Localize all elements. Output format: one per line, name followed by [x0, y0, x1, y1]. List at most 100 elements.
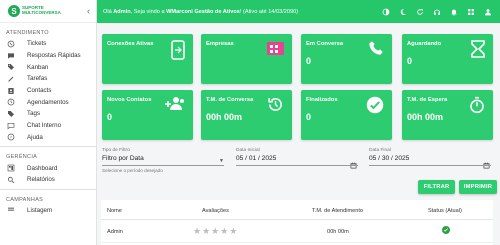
clock-history-icon [267, 96, 284, 118]
card-label: T.M. de Conversa [206, 97, 254, 103]
moon-icon[interactable] [399, 8, 407, 16]
card-label: Novos Contatos [107, 97, 152, 103]
sidebar-item-label: Agendamentos [27, 98, 69, 106]
end-date-label: Data Final [369, 148, 391, 153]
filter-type-value: Filtro por Data [102, 155, 144, 162]
logo-mark-icon: S [8, 5, 20, 17]
sidebar-item-ajuda[interactable]: ? Ajuda [0, 132, 96, 144]
phone-call-icon [368, 40, 384, 61]
search-icon [6, 175, 15, 184]
sidebar-item-label: Respostas Rápidas [27, 52, 81, 60]
th-status: Status (Atual) [428, 208, 462, 214]
sidebar-item-kanban[interactable]: Kanban [0, 61, 96, 73]
card-aguardando: Aguardando 0 [402, 34, 493, 84]
tag-icon [6, 109, 15, 118]
card-value: 0 [407, 56, 413, 66]
section-campanhas: CAMPANHAS [6, 196, 44, 203]
star-icon: ★ [220, 226, 229, 236]
card-label: Em Conversa [306, 41, 344, 47]
welcome-mid: , Seja vindo a [130, 8, 167, 15]
table-header: Nome Avaliações T.M. de Atendimento Stat… [101, 200, 493, 220]
sidebar-item-label: Ajuda [27, 133, 43, 141]
field-underline [236, 165, 358, 166]
sidebar-item-tags[interactable]: Tags [0, 108, 96, 120]
section-gerencia: GERÊNCIA [6, 154, 38, 161]
sidebar-item-tarefas[interactable]: Tarefas [0, 73, 96, 85]
refresh-icon[interactable] [416, 8, 424, 16]
welcome-company: WMarconi Gestão de Ativos [166, 8, 240, 15]
sidebar-item-contacts[interactable]: Contacts [0, 85, 96, 97]
welcome-suffix: ! (Ativo até 14/03/2090) [239, 8, 299, 15]
end-date-value: 05 / 30 / 2025 [369, 155, 410, 162]
topbar: Olá Admin, Seja vindo a WMarconi Gestão … [97, 0, 500, 23]
card-label: Aguardando [407, 41, 442, 47]
topbar-actions [382, 0, 492, 23]
sidebar-item-label: Chat Interno [27, 122, 62, 130]
sidebar-item-label: Tarefas [27, 75, 48, 83]
rating-stars: ★ ★ ★ ★ ★ [193, 227, 237, 236]
sidebar-item-label: Kanban [27, 63, 49, 71]
cell-name: Admin [107, 229, 123, 235]
card-label: Empresas [206, 41, 234, 47]
card-label: Conexões Ativas [107, 41, 154, 47]
card-value: 0 [306, 56, 312, 66]
whatsapp-icon [6, 39, 15, 48]
start-date-value: 05 / 01 / 2025 [236, 155, 277, 162]
card-label: T.M. de Espera [407, 97, 448, 103]
th-nome: Nome [107, 208, 122, 214]
sidebar: S SUPORTE MULTICONVERSA ‹ ATENDIMENTO Ti… [0, 0, 97, 245]
logo-text-2: MULTICONVERSA [22, 10, 61, 15]
grid-icon[interactable] [467, 8, 475, 16]
add-group-icon [165, 96, 185, 115]
logo: S SUPORTE MULTICONVERSA [8, 5, 61, 17]
filter-type-helper: Selecione o período desejado [102, 168, 163, 173]
sidebar-divider [0, 146, 96, 148]
sidebar-item-label: Contacts [27, 87, 52, 95]
card-label: Finalizados [306, 97, 338, 103]
table-row[interactable]: Admin ★ ★ ★ ★ ★ 00h 00m [101, 221, 493, 243]
print-button[interactable]: IMPRIMIR [459, 180, 497, 194]
caret-down-icon: ▼ [219, 158, 224, 164]
tasks-icon [6, 74, 15, 83]
sidebar-item-label: Tags [27, 110, 41, 118]
welcome-user: Admin [113, 8, 131, 15]
sidebar-item-label: Relatórios [27, 176, 55, 184]
star-icon: ★ [193, 226, 202, 236]
filter-button[interactable]: FILTRAR [418, 180, 455, 194]
welcome-message: Olá Admin, Seja vindo a WMarconi Gestão … [103, 9, 298, 15]
attendants-table: Nome Avaliações T.M. de Atendimento Stat… [101, 200, 493, 245]
sidebar-item-dashboard[interactable]: Dashboard [0, 162, 96, 174]
th-avaliacoes: Avaliações [202, 208, 229, 214]
sidebar-item-label: Listagem [27, 206, 53, 214]
field-underline [369, 165, 491, 166]
card-em-conversa: Em Conversa 0 [301, 34, 392, 84]
company-icon [267, 42, 284, 60]
start-date-label: Data Inicial [236, 148, 260, 153]
sidebar-item-relatorios[interactable]: Relatórios [0, 174, 96, 186]
headset-icon[interactable] [433, 8, 441, 16]
sidebar-item-listagem[interactable]: Listagem [0, 205, 96, 217]
filter-type-select[interactable]: Tipo de Filtro Filtro por Data ▼ [102, 148, 224, 166]
status-online-icon [442, 226, 450, 234]
card-tm-espera: T.M. de Espera 00h 00m [402, 90, 493, 140]
user-icon[interactable] [484, 8, 492, 16]
help-icon: ? [6, 133, 15, 142]
welcome-prefix: Olá [103, 8, 114, 15]
collapse-sidebar-icon[interactable]: ‹ [87, 6, 90, 16]
end-date-field[interactable]: Data Final 05 / 30 / 2025 [369, 148, 491, 169]
cell-tm: 00h 00m [327, 229, 349, 235]
filter-type-label: Tipo de Filtro [102, 148, 130, 153]
timer-icon [469, 96, 485, 119]
sidebar-item-chat-interno[interactable]: Chat Interno [0, 120, 96, 132]
bell-icon[interactable] [450, 8, 458, 16]
contrast-icon[interactable] [382, 8, 390, 16]
sidebar-item-tickets[interactable]: Tickets [0, 38, 96, 50]
hourglass-icon [471, 40, 485, 63]
card-finalizados: Finalizados 0 [301, 90, 392, 140]
sidebar-divider [0, 188, 96, 190]
logo-row: S SUPORTE MULTICONVERSA ‹ [0, 0, 96, 23]
sidebar-item-agendamentos[interactable]: Agendamentos [0, 96, 96, 108]
dashboard-icon [6, 164, 15, 173]
sidebar-item-respostas-rapidas[interactable]: Respostas Rápidas [0, 50, 96, 62]
start-date-field[interactable]: Data Inicial 05 / 01 / 2025 [236, 148, 358, 169]
